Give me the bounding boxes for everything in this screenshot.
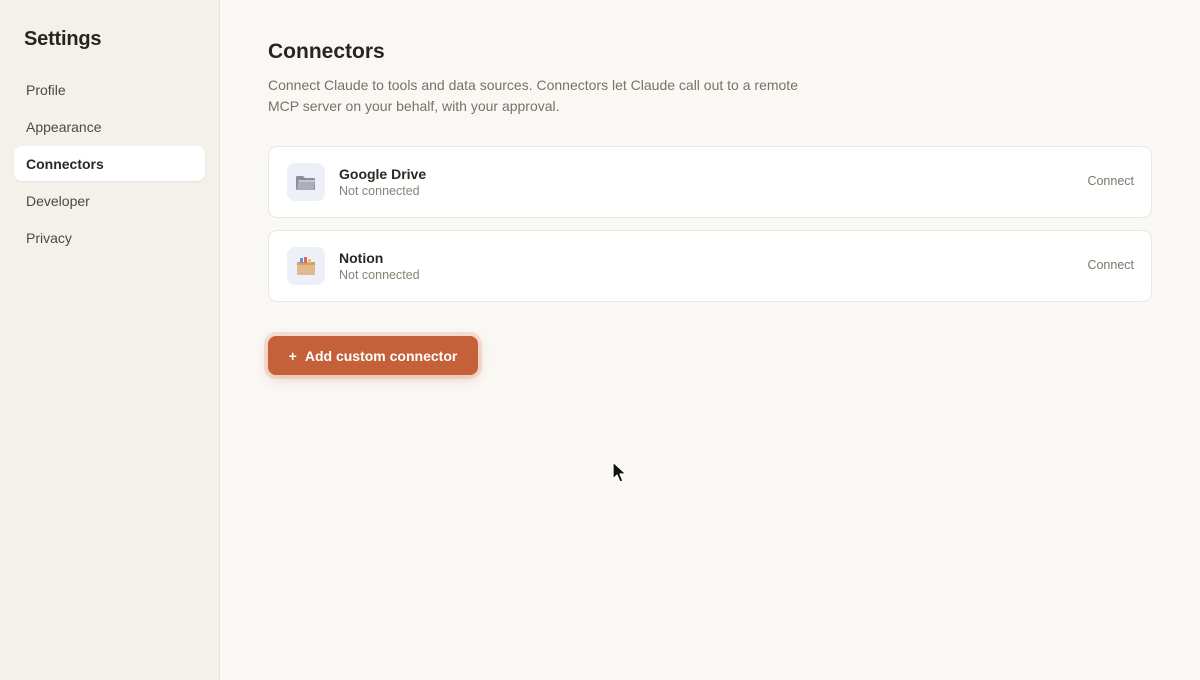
sidebar-item-profile[interactable]: Profile [14,72,205,107]
connector-status: Not connected [339,184,420,198]
connect-button-google-drive[interactable]: Connect [1087,174,1134,188]
sidebar-item-developer[interactable]: Developer [14,183,205,218]
sidebar-item-connectors[interactable]: Connectors [14,146,205,181]
add-button-label: Add custom connector [304,347,458,364]
sidebar: Settings Profile Appearance Connectors D… [0,0,220,680]
sidebar-nav: Profile Appearance Connectors Developer … [14,72,205,257]
connector-name: Google Drive [339,166,427,182]
connector-status: Not connected [339,268,420,282]
connect-button-notion[interactable]: Connect [1087,258,1134,272]
sidebar-title: Settings [24,28,102,50]
page-description: Connect Claude to tools and data sources… [268,77,798,114]
sidebar-item-appearance[interactable]: Appearance [14,109,205,144]
main-panel: Connectors Connect Claude to tools and d… [220,0,1200,680]
folder-icon [287,163,325,201]
sidebar-item-privacy[interactable]: Privacy [14,220,205,255]
page-title: Connectors [268,40,385,63]
plus-icon: + [288,347,297,364]
add-custom-connector-button[interactable]: + Add custom connector [268,336,478,375]
mouse-pointer-icon [612,461,627,483]
connector-name: Notion [339,250,384,266]
connector-card-notion: Notion Not connected Connect [268,230,1152,302]
connector-card-google-drive: Google Drive Not connected Connect [268,146,1152,218]
settings-window: Settings Profile Appearance Connectors D… [0,0,1200,680]
box-icon [287,247,325,285]
